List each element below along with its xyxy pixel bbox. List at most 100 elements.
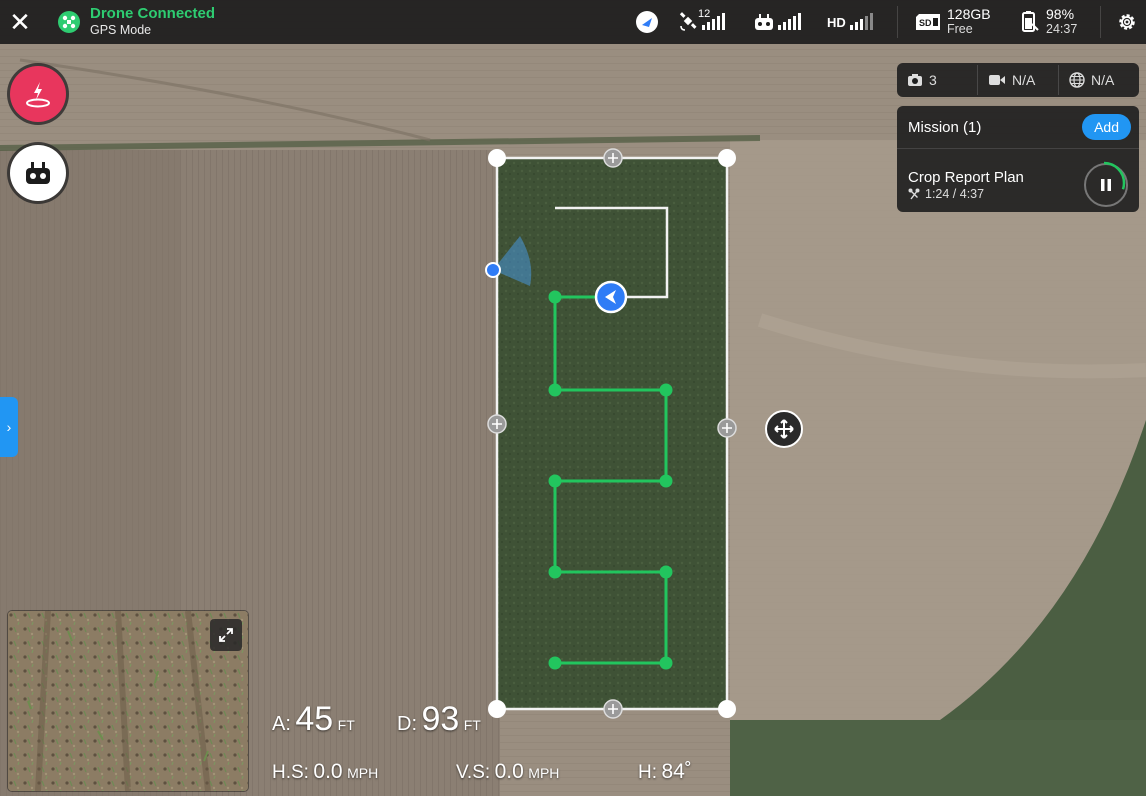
distance-readout: D: 93 FT <box>397 700 481 739</box>
waypoint <box>548 656 562 670</box>
midpoint-handle <box>603 148 623 168</box>
distance-unit: FT <box>463 717 481 733</box>
corner-handle <box>488 700 506 718</box>
battery-status[interactable]: 98% 24:37 <box>1020 0 1077 44</box>
pilot-location-icon <box>485 262 501 278</box>
waypoint <box>548 383 562 397</box>
horizontal-speed-readout: H.S: 0.0 MPH <box>272 760 378 784</box>
plan-progress: 1:24 / 4:37 <box>925 187 985 201</box>
settings-button[interactable] <box>1116 0 1138 44</box>
connection-status[interactable]: Drone Connected GPS Mode <box>58 6 215 38</box>
gps-signal[interactable]: 12 <box>678 0 726 44</box>
remote-signal-bars <box>778 13 801 30</box>
storage-label: Free <box>947 22 973 36</box>
pause-mission-button[interactable] <box>1082 161 1128 207</box>
hspeed-label: H.S: <box>272 762 309 783</box>
controller-signal-icon <box>755 14 773 30</box>
storage-status[interactable]: SD 128GB Free <box>915 0 991 44</box>
camera-preview[interactable] <box>8 611 248 791</box>
distance-label: D: <box>397 713 417 735</box>
battery-time: 24:37 <box>1046 22 1078 36</box>
video-signal-bars <box>849 13 873 30</box>
heading-label: H: <box>638 762 657 783</box>
remote-controller-button[interactable] <box>10 145 66 201</box>
add-mission-button[interactable]: Add <box>1082 114 1131 140</box>
mission-item[interactable]: Crop Report Plan 1:24 / 4:37 <box>897 149 1139 207</box>
remote-signal[interactable] <box>754 0 801 44</box>
globe-icon <box>1069 72 1085 88</box>
svg-text:SD: SD <box>919 18 932 28</box>
flight-mode: GPS Mode <box>90 23 152 37</box>
corner-handle <box>718 149 736 167</box>
video-status-value: N/A <box>1012 72 1036 88</box>
mission-panel: Mission (1) Add Crop Report Plan 1:24 / … <box>897 106 1139 212</box>
media-status-bar: 3 N/A N/A <box>897 63 1139 97</box>
move-area-icon <box>765 410 803 448</box>
close-icon: ✕ <box>9 7 31 37</box>
chevron-right-icon: › <box>6 419 12 435</box>
altitude-label: A: <box>272 713 291 735</box>
satellite-icon <box>679 12 697 31</box>
drone-position-icon <box>594 280 628 314</box>
gear-icon <box>1119 14 1135 30</box>
storage-size: 128GB <box>947 6 991 22</box>
drone-connected-icon <box>58 11 80 33</box>
midpoint-handle <box>603 699 623 719</box>
compass-icon <box>636 11 658 33</box>
waypoint <box>659 474 673 488</box>
hspeed-value: 0.0 <box>313 760 343 783</box>
waypoint <box>548 290 562 304</box>
land-button[interactable] <box>10 66 66 122</box>
survey-area <box>497 158 727 709</box>
video-camera-icon <box>989 75 1005 85</box>
drone-small-icon <box>908 188 920 200</box>
battery-percent: 98% <box>1046 6 1075 22</box>
network-status-value: N/A <box>1091 72 1115 88</box>
mission-title: Mission (1) <box>908 118 982 136</box>
orientation-status[interactable] <box>636 0 658 44</box>
divider <box>1100 6 1101 38</box>
expand-preview-button[interactable] <box>210 619 242 651</box>
vspeed-unit: MPH <box>528 765 560 781</box>
divider <box>1058 65 1059 95</box>
waypoint <box>548 565 562 579</box>
heading-readout: H: 84˚ <box>638 760 692 784</box>
vspeed-value: 0.0 <box>494 760 524 783</box>
corner-handle <box>718 700 736 718</box>
midpoint-handle <box>717 418 737 438</box>
photo-count-value: 3 <box>929 72 937 88</box>
sd-card-icon: SD <box>916 14 940 30</box>
close-button[interactable]: ✕ <box>0 0 40 44</box>
photo-count[interactable]: 3 <box>907 72 977 88</box>
divider <box>977 65 978 95</box>
hspeed-unit: MPH <box>347 765 379 781</box>
midpoint-handle <box>487 414 507 434</box>
waypoint <box>659 656 673 670</box>
battery-icon <box>1022 11 1039 32</box>
landing-icon <box>26 82 50 108</box>
divider <box>897 6 898 38</box>
distance-value: 93 <box>421 700 460 738</box>
plan-name: Crop Report Plan <box>908 169 1024 186</box>
connection-title: Drone Connected <box>90 5 216 22</box>
mission-progress-ring <box>1082 161 1126 205</box>
altitude-value: 45 <box>295 700 334 738</box>
satellite-count: 12 <box>698 8 711 20</box>
waypoint <box>659 383 673 397</box>
heading-value: 84˚ <box>661 760 692 783</box>
sidebar-toggle[interactable]: › <box>0 397 18 457</box>
vertical-speed-readout: V.S: 0.0 MPH <box>456 760 559 784</box>
network-status[interactable]: N/A <box>1069 72 1114 88</box>
altitude-unit: FT <box>337 717 355 733</box>
top-status-bar: ✕ Drone Connected GPS Mode 12 HD SD 128G… <box>0 0 1146 44</box>
remote-controller-icon <box>26 162 50 184</box>
waypoint <box>548 474 562 488</box>
corner-handle <box>488 149 506 167</box>
waypoint <box>659 565 673 579</box>
video-quality: HD <box>827 14 846 30</box>
vspeed-label: V.S: <box>456 762 491 783</box>
camera-icon <box>908 74 922 86</box>
altitude-readout: A: 45 FT <box>272 700 355 739</box>
video-signal[interactable]: HD <box>827 0 873 44</box>
video-status[interactable]: N/A <box>988 72 1058 88</box>
